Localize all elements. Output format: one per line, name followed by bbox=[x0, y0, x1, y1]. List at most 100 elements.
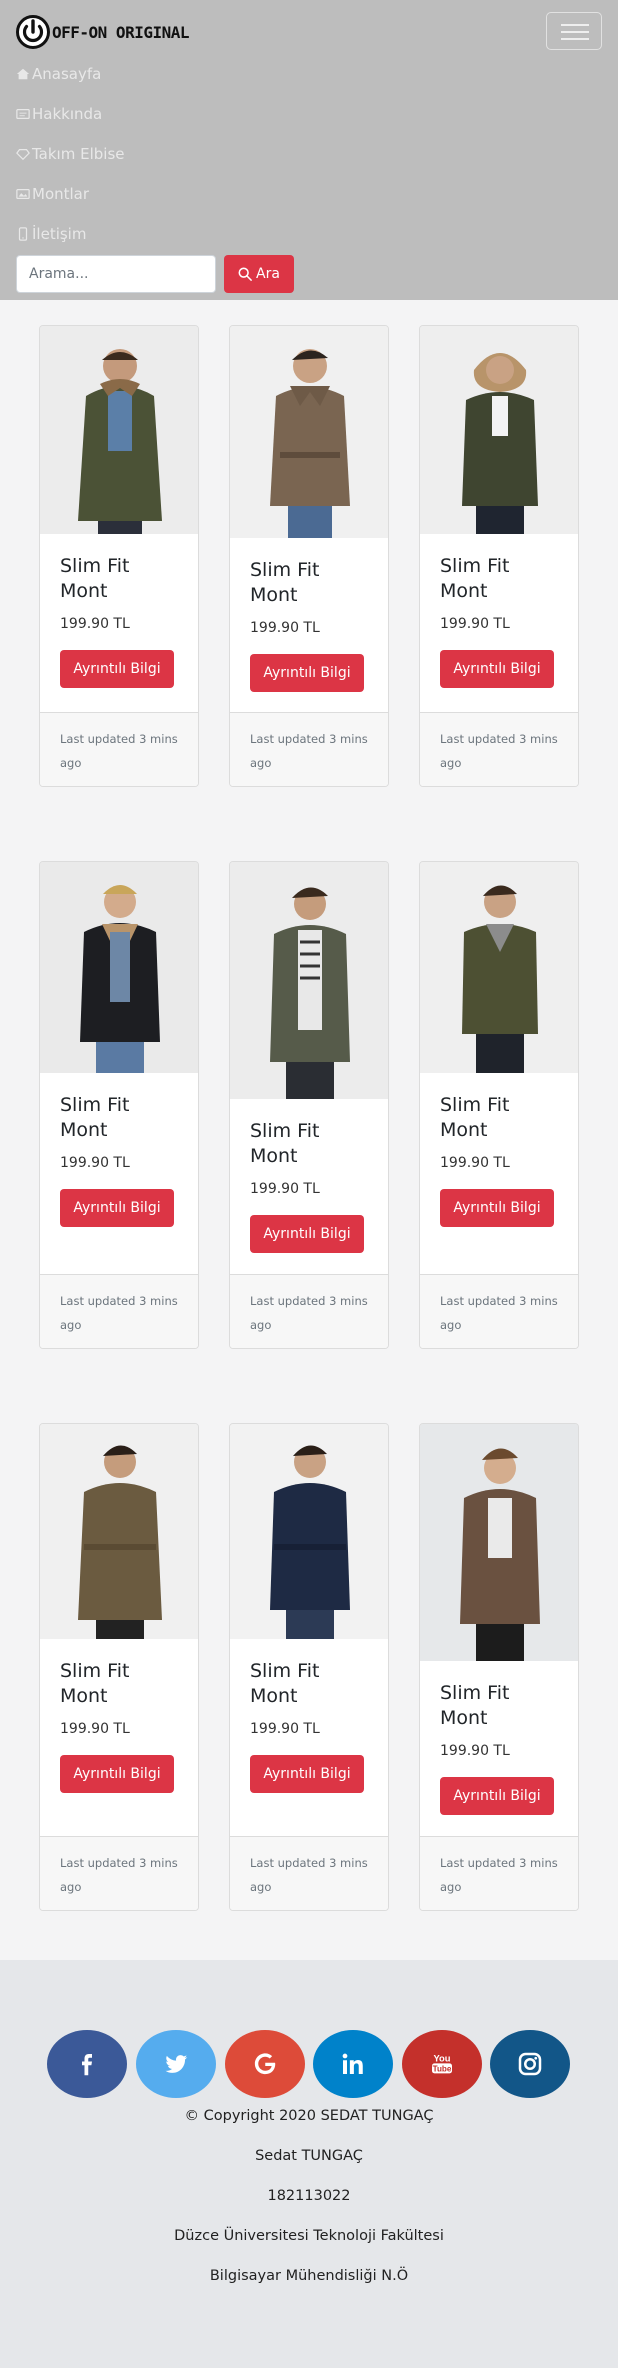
details-button[interactable]: Ayrıntılı Bilgi bbox=[60, 650, 174, 688]
instagram-button[interactable] bbox=[490, 2030, 570, 2098]
product-title: Slim Fit Mont bbox=[250, 559, 320, 606]
hamburger-line bbox=[561, 31, 589, 33]
product-image[interactable] bbox=[420, 1424, 578, 1661]
nav-item-takim-elbise[interactable]: Takım Elbise bbox=[16, 140, 124, 168]
product-title: Slim Fit Mont bbox=[440, 1682, 510, 1729]
product-card: Slim Fit Mont 199.90 TL Ayrıntılı Bilgi … bbox=[229, 1423, 389, 1911]
search-input[interactable] bbox=[16, 255, 216, 293]
card-footer: Last updated 3 mins ago bbox=[420, 712, 578, 786]
search-icon bbox=[238, 267, 252, 281]
product-card: Slim Fit Mont 199.90 TL Ayrıntılı Bilgi … bbox=[39, 325, 199, 787]
nav-item-iletisim[interactable]: İletişim bbox=[16, 220, 86, 248]
card-footer: Last updated 3 mins ago bbox=[230, 712, 388, 786]
phone-icon bbox=[18, 227, 28, 241]
search-button[interactable]: Ara bbox=[224, 255, 294, 293]
product-title: Slim Fit Mont bbox=[60, 1660, 130, 1707]
facebook-icon bbox=[82, 2054, 92, 2076]
university-name: Düzce Üniversitesi Teknoloji Fakültesi bbox=[174, 2228, 444, 2244]
product-image[interactable] bbox=[420, 326, 578, 534]
card-footer: Last updated 3 mins ago bbox=[40, 712, 198, 786]
details-button[interactable]: Ayrıntılı Bilgi bbox=[60, 1189, 174, 1227]
nav-item-anasayfa[interactable]: Anasayfa bbox=[16, 60, 101, 88]
product-image[interactable] bbox=[420, 862, 578, 1073]
image-icon bbox=[16, 189, 30, 199]
product-image[interactable] bbox=[40, 326, 198, 534]
details-button[interactable]: Ayrıntılı Bilgi bbox=[250, 1215, 364, 1253]
nav-item-label: Takım Elbise bbox=[32, 145, 125, 163]
product-card: Slim Fit Mont 199.90 TL Ayrıntılı Bilgi … bbox=[419, 325, 579, 787]
nav-item-label: Montlar bbox=[32, 185, 90, 203]
card-footer: Last updated 3 mins ago bbox=[420, 1274, 578, 1348]
product-title: Slim Fit Mont bbox=[250, 1660, 320, 1707]
product-price: 199.90 TL bbox=[440, 1155, 510, 1171]
card-footer: Last updated 3 mins ago bbox=[230, 1836, 388, 1910]
google-icon bbox=[254, 2053, 276, 2075]
google-button[interactable] bbox=[225, 2030, 305, 2098]
nav-item-montlar[interactable]: Montlar bbox=[16, 180, 89, 208]
product-title: Slim Fit Mont bbox=[440, 555, 510, 602]
details-button[interactable]: Ayrıntılı Bilgi bbox=[440, 1777, 554, 1815]
product-image[interactable] bbox=[40, 1424, 198, 1639]
svg-text:Tube: Tube bbox=[433, 2064, 452, 2073]
product-card: Slim Fit Mont 199.90 TL Ayrıntılı Bilgi … bbox=[229, 861, 389, 1349]
details-button[interactable]: Ayrıntılı Bilgi bbox=[250, 654, 364, 692]
product-card: Slim Fit Mont 199.90 TL Ayrıntılı Bilgi … bbox=[419, 861, 579, 1349]
details-button[interactable]: Ayrıntılı Bilgi bbox=[250, 1755, 364, 1793]
hamburger-line bbox=[561, 38, 589, 40]
nav-item-label: Anasayfa bbox=[32, 65, 102, 83]
product-image[interactable] bbox=[40, 862, 198, 1073]
product-price: 199.90 TL bbox=[250, 1721, 320, 1737]
youtube-icon: YouTube bbox=[432, 2054, 452, 2074]
product-title: Slim Fit Mont bbox=[60, 1094, 130, 1141]
navbar: OFF-ON ORIGINAL Anasayfa Hakkında Takım … bbox=[0, 0, 618, 300]
brand-link[interactable]: OFF-ON ORIGINAL bbox=[16, 14, 190, 50]
nav-item-label: İletişim bbox=[32, 225, 87, 243]
details-button[interactable]: Ayrıntılı Bilgi bbox=[60, 1755, 174, 1793]
product-price: 199.90 TL bbox=[250, 620, 320, 636]
product-price: 199.90 TL bbox=[60, 1155, 130, 1171]
product-image[interactable] bbox=[230, 862, 388, 1099]
copyright-text: © Copyright 2020 SEDAT TUNGAÇ bbox=[184, 2108, 434, 2124]
details-button[interactable]: Ayrıntılı Bilgi bbox=[440, 1189, 554, 1227]
info-card-icon bbox=[16, 109, 30, 119]
youtube-button[interactable]: You Tube bbox=[402, 2030, 482, 2098]
card-footer: Last updated 3 mins ago bbox=[230, 1274, 388, 1348]
home-icon bbox=[16, 68, 30, 80]
department-name: Bilgisayar Mühendisliği N.Ö bbox=[209, 2268, 409, 2284]
product-title: Slim Fit Mont bbox=[250, 1120, 320, 1167]
power-icon bbox=[16, 15, 50, 49]
twitter-button[interactable] bbox=[136, 2030, 216, 2098]
brand-name: OFF-ON ORIGINAL bbox=[52, 22, 190, 42]
search-button-label: Ara bbox=[256, 266, 280, 282]
product-title: Slim Fit Mont bbox=[60, 555, 130, 602]
product-title: Slim Fit Mont bbox=[440, 1094, 510, 1141]
diamond-icon bbox=[16, 149, 30, 161]
product-price: 199.90 TL bbox=[60, 1721, 130, 1737]
facebook-button[interactable] bbox=[47, 2030, 127, 2098]
details-button[interactable]: Ayrıntılı Bilgi bbox=[440, 650, 554, 688]
product-image[interactable] bbox=[230, 1424, 388, 1639]
card-footer: Last updated 3 mins ago bbox=[40, 1836, 198, 1910]
linkedin-icon bbox=[342, 2053, 363, 2074]
twitter-icon bbox=[165, 2055, 188, 2073]
navbar-toggler-button[interactable] bbox=[546, 12, 602, 50]
product-card: Slim Fit Mont 199.90 TL Ayrıntılı Bilgi … bbox=[39, 861, 199, 1349]
product-image[interactable] bbox=[230, 326, 388, 538]
hamburger-line bbox=[561, 24, 589, 26]
nav-item-label: Hakkında bbox=[32, 105, 103, 123]
site-footer: You Tube © Copyright 2020 SEDAT TUNGAÇ Se… bbox=[0, 1960, 618, 2368]
product-price: 199.90 TL bbox=[440, 616, 510, 632]
product-price: 199.90 TL bbox=[250, 1181, 320, 1197]
author-name: Sedat TUNGAÇ bbox=[255, 2148, 363, 2164]
instagram-icon bbox=[518, 2052, 542, 2076]
nav-item-hakkinda[interactable]: Hakkında bbox=[16, 100, 102, 128]
card-footer: Last updated 3 mins ago bbox=[420, 1836, 578, 1910]
card-footer: Last updated 3 mins ago bbox=[40, 1274, 198, 1348]
product-card: Slim Fit Mont 199.90 TL Ayrıntılı Bilgi … bbox=[39, 1423, 199, 1911]
student-number: 182113022 bbox=[267, 2188, 351, 2204]
product-card: Slim Fit Mont 199.90 TL Ayrıntılı Bilgi … bbox=[419, 1423, 579, 1911]
product-card: Slim Fit Mont 199.90 TL Ayrıntılı Bilgi … bbox=[229, 325, 389, 787]
product-price: 199.90 TL bbox=[440, 1743, 510, 1759]
linkedin-button[interactable] bbox=[313, 2030, 393, 2098]
product-price: 199.90 TL bbox=[60, 616, 130, 632]
